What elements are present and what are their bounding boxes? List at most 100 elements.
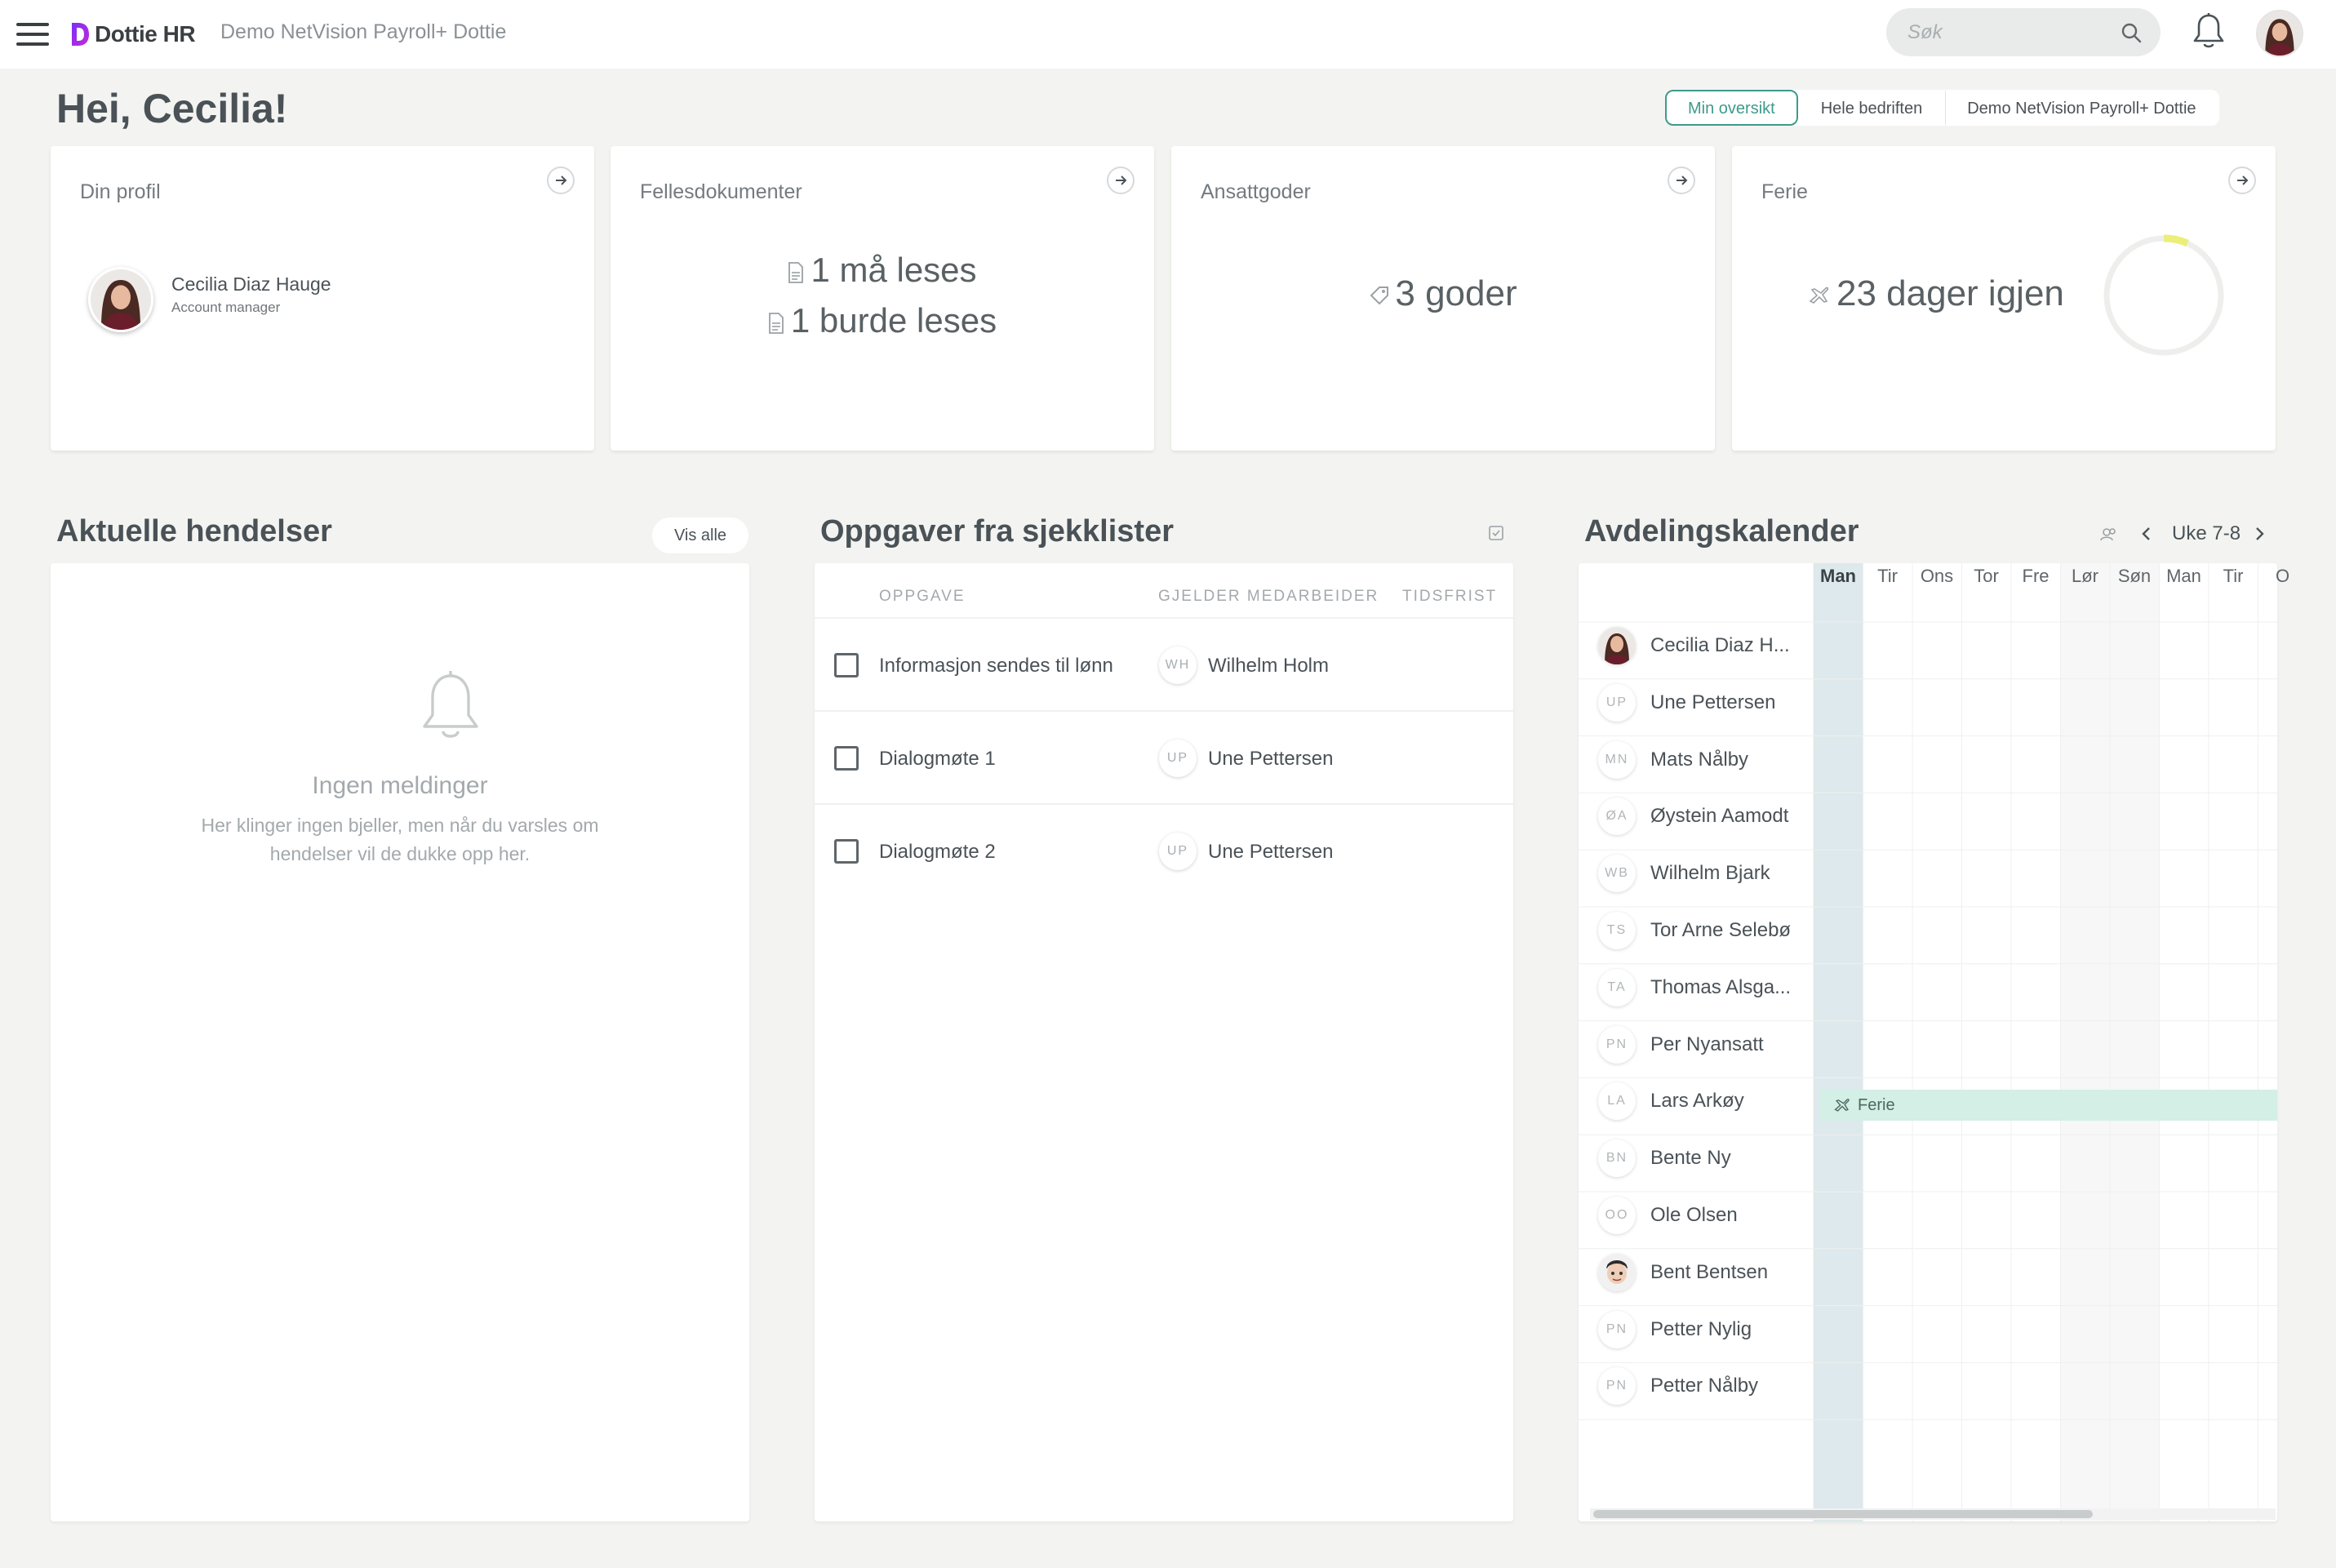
event-label: Ferie <box>1858 1096 1895 1114</box>
arrow-right-icon[interactable] <box>2228 167 2256 194</box>
column-header-employee[interactable]: GJELDER MEDARBEIDER <box>1158 588 1379 606</box>
search-icon[interactable] <box>2120 21 2143 44</box>
day-header: Søn <box>2117 566 2152 586</box>
avatar: PN <box>1598 1025 1636 1064</box>
bell-icon <box>423 671 478 738</box>
calendar-event-ferie[interactable]: Ferie <box>1820 1090 2277 1121</box>
arrow-right-icon[interactable] <box>1107 167 1135 194</box>
checklist-icon[interactable] <box>1488 525 1504 541</box>
column-header-task[interactable]: OPPGAVE <box>879 588 966 606</box>
task-name: Dialogmøte 2 <box>879 841 996 863</box>
calendar-title: Avdelingskalender <box>1584 514 1859 549</box>
calendar-person-name[interactable]: Ole Olsen <box>1650 1204 1738 1227</box>
user-avatar[interactable] <box>2256 10 2303 57</box>
calendar-person-name[interactable]: Lars Arkøy <box>1650 1090 1744 1113</box>
vacation-days: 23 dager igjen <box>1809 273 2064 314</box>
day-header: Tir <box>2223 566 2244 586</box>
should-read-text: 1 burde leses <box>790 301 997 340</box>
day-header: Man <box>2166 566 2201 586</box>
task-employee: Une Pettersen <box>1208 841 1334 863</box>
table-row[interactable]: Dialogmøte 2 UP Une Pettersen <box>815 803 1513 896</box>
avatar: PN <box>1598 1367 1636 1406</box>
calendar-person-name[interactable]: Øystein Aamodt <box>1650 805 1788 828</box>
avatar: MN <box>1598 740 1636 779</box>
avatar: WB <box>1598 855 1636 893</box>
vacation-text: 23 dager igjen <box>1836 273 2064 313</box>
notifications-bell-icon[interactable] <box>2191 11 2227 51</box>
tab-company[interactable]: Demo NetVision Payroll+ Dottie <box>1945 90 2218 126</box>
calendar-person-name[interactable]: Mats Nålby <box>1650 748 1748 771</box>
avatar: TS <box>1598 911 1636 949</box>
chevron-left-icon[interactable] <box>2137 521 2156 547</box>
must-read-text: 1 må leses <box>810 251 977 289</box>
view-switcher: Min oversikt Hele bedriften Demo NetVisi… <box>1665 90 2219 126</box>
table-row[interactable]: Informasjon sendes til lønn WH Wilhelm H… <box>815 617 1513 710</box>
empty-text: Her klinger ingen bjeller, men når du va… <box>201 815 599 864</box>
profile-card[interactable]: Din profil Cecilia Diaz Hauge Account ma… <box>51 146 594 451</box>
card-title: Ansattgoder <box>1201 180 1311 203</box>
calendar-person-name[interactable]: Tor Arne Selebø <box>1650 919 1791 942</box>
airplane-icon <box>1809 287 1829 304</box>
task-employee: Une Pettersen <box>1208 748 1334 770</box>
chevron-right-icon[interactable] <box>2249 521 2269 547</box>
company-name: Demo NetVision Payroll+ Dottie <box>220 20 507 43</box>
day-header: Fre <box>2022 566 2050 586</box>
table-row[interactable]: Dialogmøte 1 UP Une Pettersen <box>815 710 1513 803</box>
calendar-person-name[interactable]: Cecilia Diaz H... <box>1650 634 1790 657</box>
profile-role: Account manager <box>171 300 281 315</box>
arrow-right-icon[interactable] <box>1668 167 1695 194</box>
vacation-progress-ring <box>2103 234 2224 356</box>
calendar-person-name[interactable]: Bente Ny <box>1650 1147 1731 1170</box>
task-name: Dialogmøte 1 <box>879 748 996 770</box>
document-icon <box>788 262 804 283</box>
tasks-panel: OPPGAVE GJELDER MEDARBEIDER TIDSFRIST In… <box>815 563 1513 1521</box>
search-placeholder: Søk <box>1907 21 1943 43</box>
should-read-line[interactable]: 1 burde leses <box>611 301 1154 340</box>
avatar: UP <box>1159 833 1197 870</box>
must-read-line[interactable]: 1 må leses <box>611 251 1154 290</box>
calendar-person-name[interactable]: Petter Nylig <box>1650 1318 1752 1341</box>
calendar-person-name[interactable]: Une Pettersen <box>1650 691 1775 714</box>
documents-card[interactable]: Fellesdokumenter 1 må leses 1 burde lese… <box>611 146 1154 451</box>
app-name: Dottie HR <box>95 21 196 47</box>
card-title: Ferie <box>1761 180 1808 203</box>
vacation-card[interactable]: Ferie 23 dager igjen <box>1732 146 2276 451</box>
calendar-person-name[interactable]: Per Nyansatt <box>1650 1033 1764 1056</box>
search-input[interactable]: Søk <box>1886 8 2161 56</box>
profile-name: Cecilia Diaz Hauge <box>171 273 331 295</box>
arrow-right-icon[interactable] <box>547 167 575 194</box>
task-employee: Wilhelm Holm <box>1208 655 1330 677</box>
calendar-scrollbar[interactable] <box>1590 1508 2276 1520</box>
tab-min-oversikt[interactable]: Min oversikt <box>1665 90 1798 126</box>
calendar-person-name[interactable]: Thomas Alsga... <box>1650 976 1791 999</box>
card-title: Din profil <box>80 180 161 203</box>
calendar-person-name[interactable]: Bent Bentsen <box>1650 1261 1768 1284</box>
events-panel: Ingen meldinger Her klinger ingen bjelle… <box>51 563 749 1521</box>
day-header: Ons <box>1920 566 1954 586</box>
see-all-button[interactable]: Vis alle <box>652 517 748 553</box>
calendar-person-name[interactable]: Petter Nålby <box>1650 1375 1758 1397</box>
tab-hele-bedriften[interactable]: Hele bedriften <box>1798 90 1946 126</box>
avatar <box>88 267 153 332</box>
avatar: OO <box>1598 1196 1636 1234</box>
task-checkbox[interactable] <box>834 839 859 864</box>
task-checkbox[interactable] <box>834 653 859 677</box>
column-header-deadline[interactable]: TIDSFRIST <box>1402 588 1497 606</box>
avatar: PN <box>1598 1310 1636 1348</box>
avatar: BN <box>1598 1139 1636 1178</box>
menu-icon[interactable] <box>16 23 49 46</box>
app-logo[interactable]: Dottie HR <box>70 18 196 51</box>
benefits-count: 3 goder <box>1171 273 1715 314</box>
empty-title: Ingen meldinger <box>312 772 488 799</box>
tag-icon <box>1370 287 1389 305</box>
people-filter-icon[interactable] <box>2098 521 2121 547</box>
calendar-person-name[interactable]: Wilhelm Bjark <box>1650 862 1770 885</box>
avatar: TA <box>1598 968 1636 1006</box>
scrollbar-thumb[interactable] <box>1593 1510 2093 1518</box>
benefits-card[interactable]: Ansattgoder 3 goder <box>1171 146 1715 451</box>
avatar: UP <box>1598 683 1636 722</box>
avatar <box>1598 1253 1636 1291</box>
task-checkbox[interactable] <box>834 746 859 771</box>
airplane-icon <box>1834 1099 1850 1112</box>
tasks-title: Oppgaver fra sjekklister <box>820 514 1174 549</box>
